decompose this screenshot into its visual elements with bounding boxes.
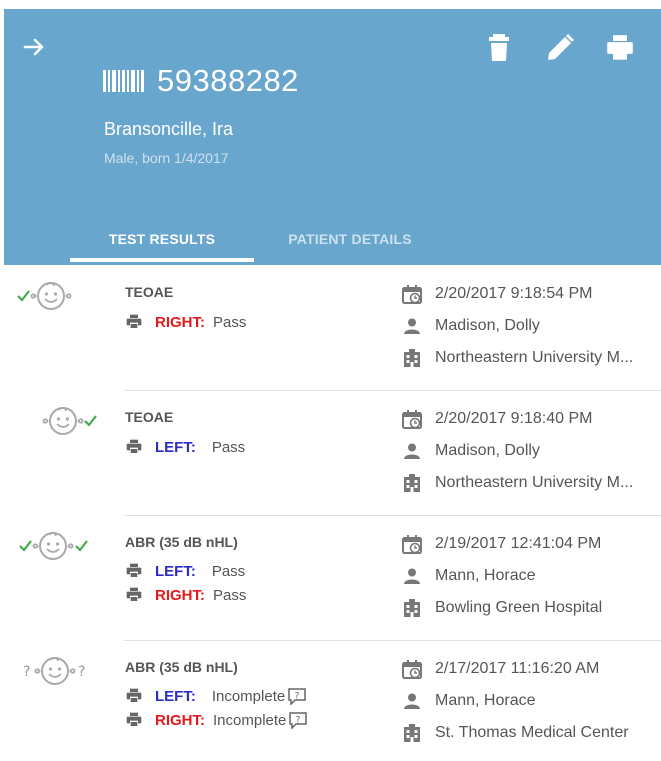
test-date: 2/20/2017 9:18:54 PM [435,285,593,302]
ear-result-row: RIGHT: Pass [125,311,246,333]
test-name: ABR (35 dB nHL) [125,534,238,550]
printer-icon[interactable] [125,688,143,704]
screener-row: Mann, Horace [401,689,536,713]
test-date-row: 2/17/2017 11:16:20 AM [401,657,599,681]
ear-result-row: LEFT: Pass [125,436,245,458]
location-name: St. Thomas Medical Center [435,724,629,741]
printer-icon[interactable] [125,712,143,728]
test-date-row: 2/20/2017 9:18:54 PM [401,282,592,306]
comment-question-icon[interactable] [288,711,308,729]
arrow-right-icon[interactable] [22,35,46,59]
screener-name: Madison, Dolly [435,317,540,334]
location-row: Northeastern University M... [401,471,633,495]
printer-icon[interactable] [125,314,143,330]
ear-side-label: RIGHT: [155,586,205,604]
ear-side-label: RIGHT: [155,711,205,729]
tab-patient-details[interactable]: PATIENT DETAILS [258,214,442,264]
svg-text:?: ? [78,664,85,680]
svg-text:?: ? [23,664,30,680]
person-icon [404,443,420,459]
divider [124,640,661,641]
test-date: 2/17/2017 11:16:20 AM [435,660,600,677]
location-row: St. Thomas Medical Center [401,721,629,745]
patient-meta: Male, born 1/4/2017 [104,150,229,166]
comment-question-icon[interactable] [287,687,307,705]
location-name: Bowling Green Hospital [435,599,603,616]
ear-result-row: LEFT: Pass [125,560,245,582]
screener-row: Madison, Dolly [401,314,540,338]
calendar-clock-icon [402,534,422,554]
screener-name: Mann, Horace [435,692,536,709]
location-row: Northeastern University M... [401,346,633,370]
test-result-item[interactable]: TEOAE LEFT: Pass 2/20/2017 9:18:40 PM Ma… [4,390,661,515]
location-name: Northeastern University M... [435,474,634,491]
patient-header: 59388282 Bransoncille, Ira Male, born 1/… [4,9,661,265]
baby-status-icon [17,281,72,310]
ear-side-label: LEFT: [155,562,196,580]
test-date: 2/20/2017 9:18:40 PM [435,410,593,427]
ear-side-label: LEFT: [155,438,196,456]
screener-name: Mann, Horace [435,567,536,584]
baby-status-icon: ? ? [23,656,85,685]
ear-result-row: LEFT: Incomplete [125,685,307,707]
ear-outcome: Incomplete [213,711,287,729]
screener-row: Madison, Dolly [401,439,540,463]
patient-panel: 59388282 Bransoncille, Ira Male, born 1/… [4,9,661,761]
ear-outcome: Pass [213,313,247,331]
ear-side-label: RIGHT: [155,313,205,331]
building-icon [404,599,420,617]
person-icon [404,693,420,709]
ear-result-row: RIGHT: Pass [125,584,246,606]
building-icon [404,474,420,492]
patient-id-row: 59388282 [103,61,299,101]
test-name: TEOAE [125,409,174,425]
baby-status-icon [42,406,97,435]
person-icon [404,568,420,584]
ear-outcome: Incomplete [211,687,286,705]
test-name: TEOAE [125,284,174,300]
trash-icon[interactable] [486,34,512,62]
location-row: Bowling Green Hospital [401,596,602,620]
test-result-item[interactable]: ? ? ABR (35 dB nHL) LEFT: Incomplete RIG… [4,640,661,761]
tab-test-results[interactable]: TEST RESULTS [70,214,254,264]
test-result-item[interactable]: ABR (35 dB nHL) LEFT: Pass RIGHT: Pass 2… [4,515,661,640]
test-date-row: 2/20/2017 9:18:40 PM [401,407,592,431]
test-date-row: 2/19/2017 12:41:04 PM [401,532,601,556]
test-date: 2/19/2017 12:41:04 PM [435,535,602,552]
divider [124,515,661,516]
baby-status-icon [19,531,88,560]
patient-name: Bransoncille, Ira [104,119,234,139]
printer-icon[interactable] [604,34,636,62]
building-icon [404,724,420,742]
test-name: ABR (35 dB nHL) [125,659,238,675]
ear-result-row: RIGHT: Incomplete [125,709,308,731]
patient-id: 59388282 [157,63,299,98]
location-name: Northeastern University M... [435,349,634,366]
ear-side-label: LEFT: [155,687,196,705]
person-icon [404,318,420,334]
active-tab-indicator [70,258,254,262]
building-icon [404,349,420,367]
pencil-icon[interactable] [544,34,574,62]
test-result-item[interactable]: TEOAE RIGHT: Pass 2/20/2017 9:18:54 PM M… [4,265,661,390]
screener-row: Mann, Horace [401,564,536,588]
ear-outcome: Pass [211,562,246,580]
printer-icon[interactable] [125,563,143,579]
calendar-clock-icon [402,409,422,429]
ear-outcome: Pass [213,586,247,604]
ear-outcome: Pass [211,438,246,456]
printer-icon[interactable] [125,587,143,603]
barcode-icon [103,70,144,92]
printer-icon[interactable] [125,439,143,455]
calendar-clock-icon [402,659,422,679]
divider [124,390,661,391]
screener-name: Madison, Dolly [435,442,540,459]
calendar-clock-icon [402,284,422,304]
